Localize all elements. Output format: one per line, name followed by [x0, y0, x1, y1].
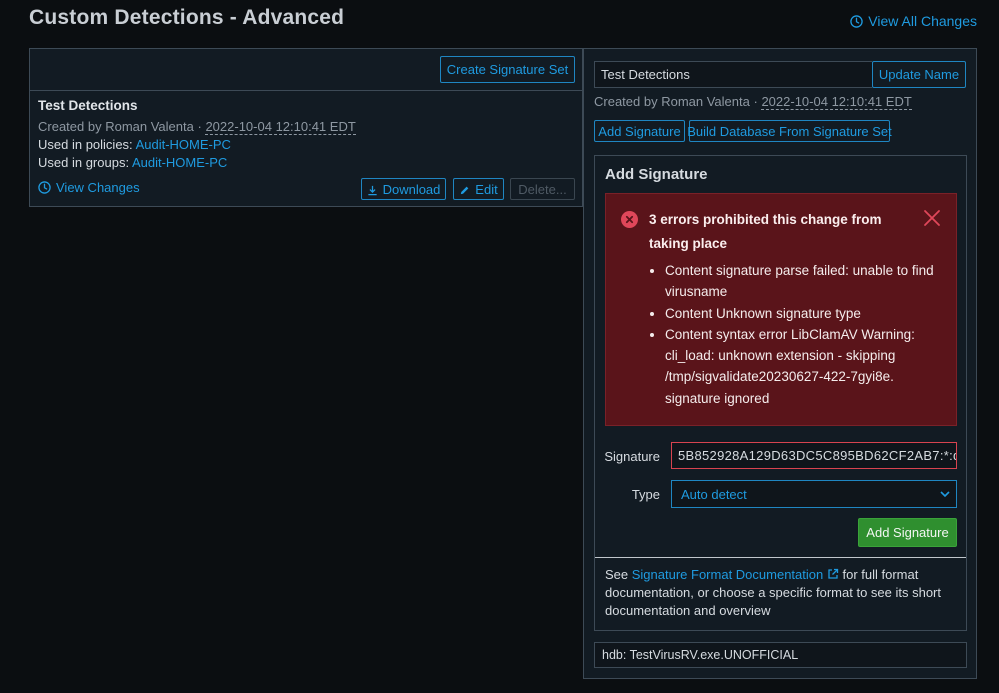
created-by: Created by Roman Valenta [594, 94, 750, 109]
error-item: Content syntax error LibClamAV Warning: … [665, 324, 950, 409]
used-in-groups: Used in groups: Audit-HOME-PC [38, 154, 574, 172]
error-alert: 3 errors prohibited this change from tak… [605, 193, 957, 426]
close-icon[interactable] [923, 209, 941, 227]
error-item: Content signature parse failed: unable t… [665, 260, 950, 303]
set-name: Test Detections [38, 98, 138, 113]
view-changes-link[interactable]: View Changes [38, 180, 140, 195]
used-in-policies: Used in policies: Audit-HOME-PC [38, 136, 574, 154]
type-selected-value: Auto detect [681, 486, 747, 502]
group-link[interactable]: Audit-HOME-PC [132, 155, 227, 170]
signature-label: Signature [604, 449, 660, 464]
create-signature-set-button[interactable]: Create Signature Set [440, 56, 575, 83]
type-select[interactable]: Auto detect [671, 480, 957, 508]
type-label: Type [631, 487, 660, 502]
signature-set-detail-panel: Update Name Created by Roman Valenta · 2… [583, 48, 977, 679]
pencil-icon [459, 184, 470, 195]
view-all-changes-link[interactable]: View All Changes [850, 13, 977, 29]
sets-toolbar: Create Signature Set [30, 49, 582, 91]
chevron-down-icon [940, 490, 950, 498]
build-database-button[interactable]: Build Database From Signature Set [687, 120, 892, 142]
created-by: Created by Roman Valenta [38, 119, 194, 134]
signature-set-card: Test Detections Created by Roman Valenta… [38, 98, 574, 172]
doc-prefix: See [605, 567, 632, 582]
edit-button[interactable]: Edit [453, 178, 504, 200]
signature-format-doc-link[interactable]: Signature Format Documentation [632, 567, 839, 582]
download-icon [367, 184, 378, 195]
created-at: 2022-10-04 12:10:41 EDT [205, 119, 356, 135]
set-meta: Created by Roman Valenta · 2022-10-04 12… [38, 117, 574, 136]
policy-link[interactable]: Audit-HOME-PC [136, 137, 231, 152]
view-changes-label: View Changes [56, 180, 140, 195]
policies-label: Used in policies: [38, 137, 136, 152]
edit-label: Edit [475, 181, 498, 197]
created-at: 2022-10-04 12:10:41 EDT [761, 94, 912, 110]
add-signature-form: Add Signature 3 errors prohibited this c… [594, 155, 967, 631]
update-name-button[interactable]: Update Name [872, 61, 966, 88]
error-list: Content signature parse failed: unable t… [665, 260, 950, 409]
form-title: Add Signature [605, 166, 708, 183]
page-title: Custom Detections - Advanced [29, 6, 345, 29]
delete-button[interactable]: Delete... [510, 178, 575, 200]
meta-separator: · [197, 119, 202, 134]
detail-meta: Created by Roman Valenta · 2022-10-04 12… [594, 92, 912, 111]
error-x-icon [621, 211, 638, 228]
view-all-changes-label: View All Changes [868, 13, 977, 29]
add-signature-submit-button[interactable]: Add Signature [858, 518, 957, 547]
groups-label: Used in groups: [38, 155, 132, 170]
clock-icon [850, 14, 864, 28]
add-signature-tab-button[interactable]: Add Signature [594, 120, 685, 142]
doc-link-label: Signature Format Documentation [631, 567, 824, 582]
download-label: Download [382, 181, 441, 197]
error-heading: 3 errors prohibited this change from tak… [649, 212, 882, 251]
set-name-input[interactable] [594, 61, 872, 88]
clock-icon [38, 181, 51, 194]
signature-input[interactable] [671, 442, 957, 469]
documentation-note: See Signature Format Documentation for f… [605, 566, 955, 620]
form-divider [595, 557, 966, 558]
download-button[interactable]: Download [361, 178, 446, 200]
signature-sets-panel: Create Signature Set Test Detections Cre… [29, 48, 583, 207]
external-link-icon [827, 568, 839, 580]
error-item: Content Unknown signature type [665, 303, 950, 324]
signature-entry[interactable]: hdb: TestVirusRV.exe.UNOFFICIAL [594, 642, 967, 668]
meta-separator: · [753, 94, 758, 109]
